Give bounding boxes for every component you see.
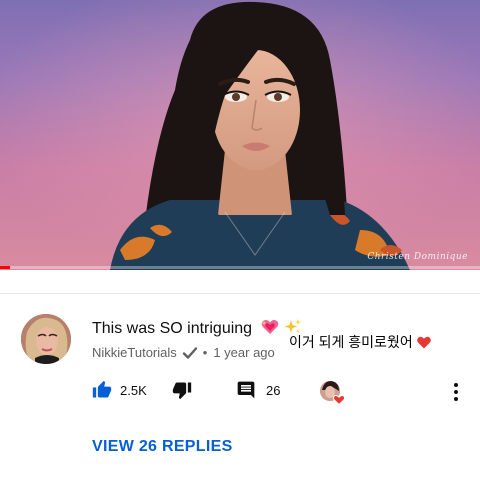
video-progress-fill — [0, 266, 10, 269]
verified-check-icon — [182, 346, 197, 359]
like-button[interactable]: 2.5K — [92, 380, 147, 400]
more-options-button[interactable] — [448, 382, 464, 402]
view-replies-button[interactable]: VIEW 26 REPLIES — [92, 438, 233, 456]
reply-button[interactable]: 26 — [236, 380, 280, 400]
reply-comment-icon — [237, 381, 255, 399]
more-vertical-icon — [454, 383, 458, 401]
comment-author-avatar[interactable] — [21, 314, 71, 364]
meta-separator: • — [202, 345, 208, 360]
thumbs-down-icon — [172, 382, 192, 400]
dislike-button[interactable] — [172, 380, 192, 400]
thumbs-up-icon — [92, 380, 112, 398]
comment-text: This was SO intriguing — [92, 320, 253, 337]
translation-overlay: 이거 되게 흥미로웠어 — [289, 332, 431, 352]
section-divider — [0, 293, 480, 294]
reply-count: 26 — [266, 382, 281, 398]
creator-heart-badge — [320, 381, 346, 406]
comment-body: This was SO intriguing — [92, 318, 302, 338]
comment-author-name[interactable]: NikkieTutorials — [92, 345, 177, 360]
video-frame-image — [0, 0, 480, 270]
comment-timestamp: 1 year ago — [213, 345, 275, 360]
like-count: 2.5K — [120, 382, 147, 398]
video-player[interactable]: Christen Dominique — [0, 0, 480, 270]
comment-actions: 2.5K 26 — [92, 380, 472, 404]
red-heart-icon — [416, 336, 431, 348]
video-watermark: Christen Dominique — [367, 252, 468, 262]
sparkling-heart-icon — [261, 320, 278, 334]
video-progress-track[interactable] — [0, 266, 480, 269]
translation-text: 이거 되게 흥미로웠어 — [289, 334, 413, 350]
comment-meta: NikkieTutorials • 1 year ago — [92, 345, 275, 360]
